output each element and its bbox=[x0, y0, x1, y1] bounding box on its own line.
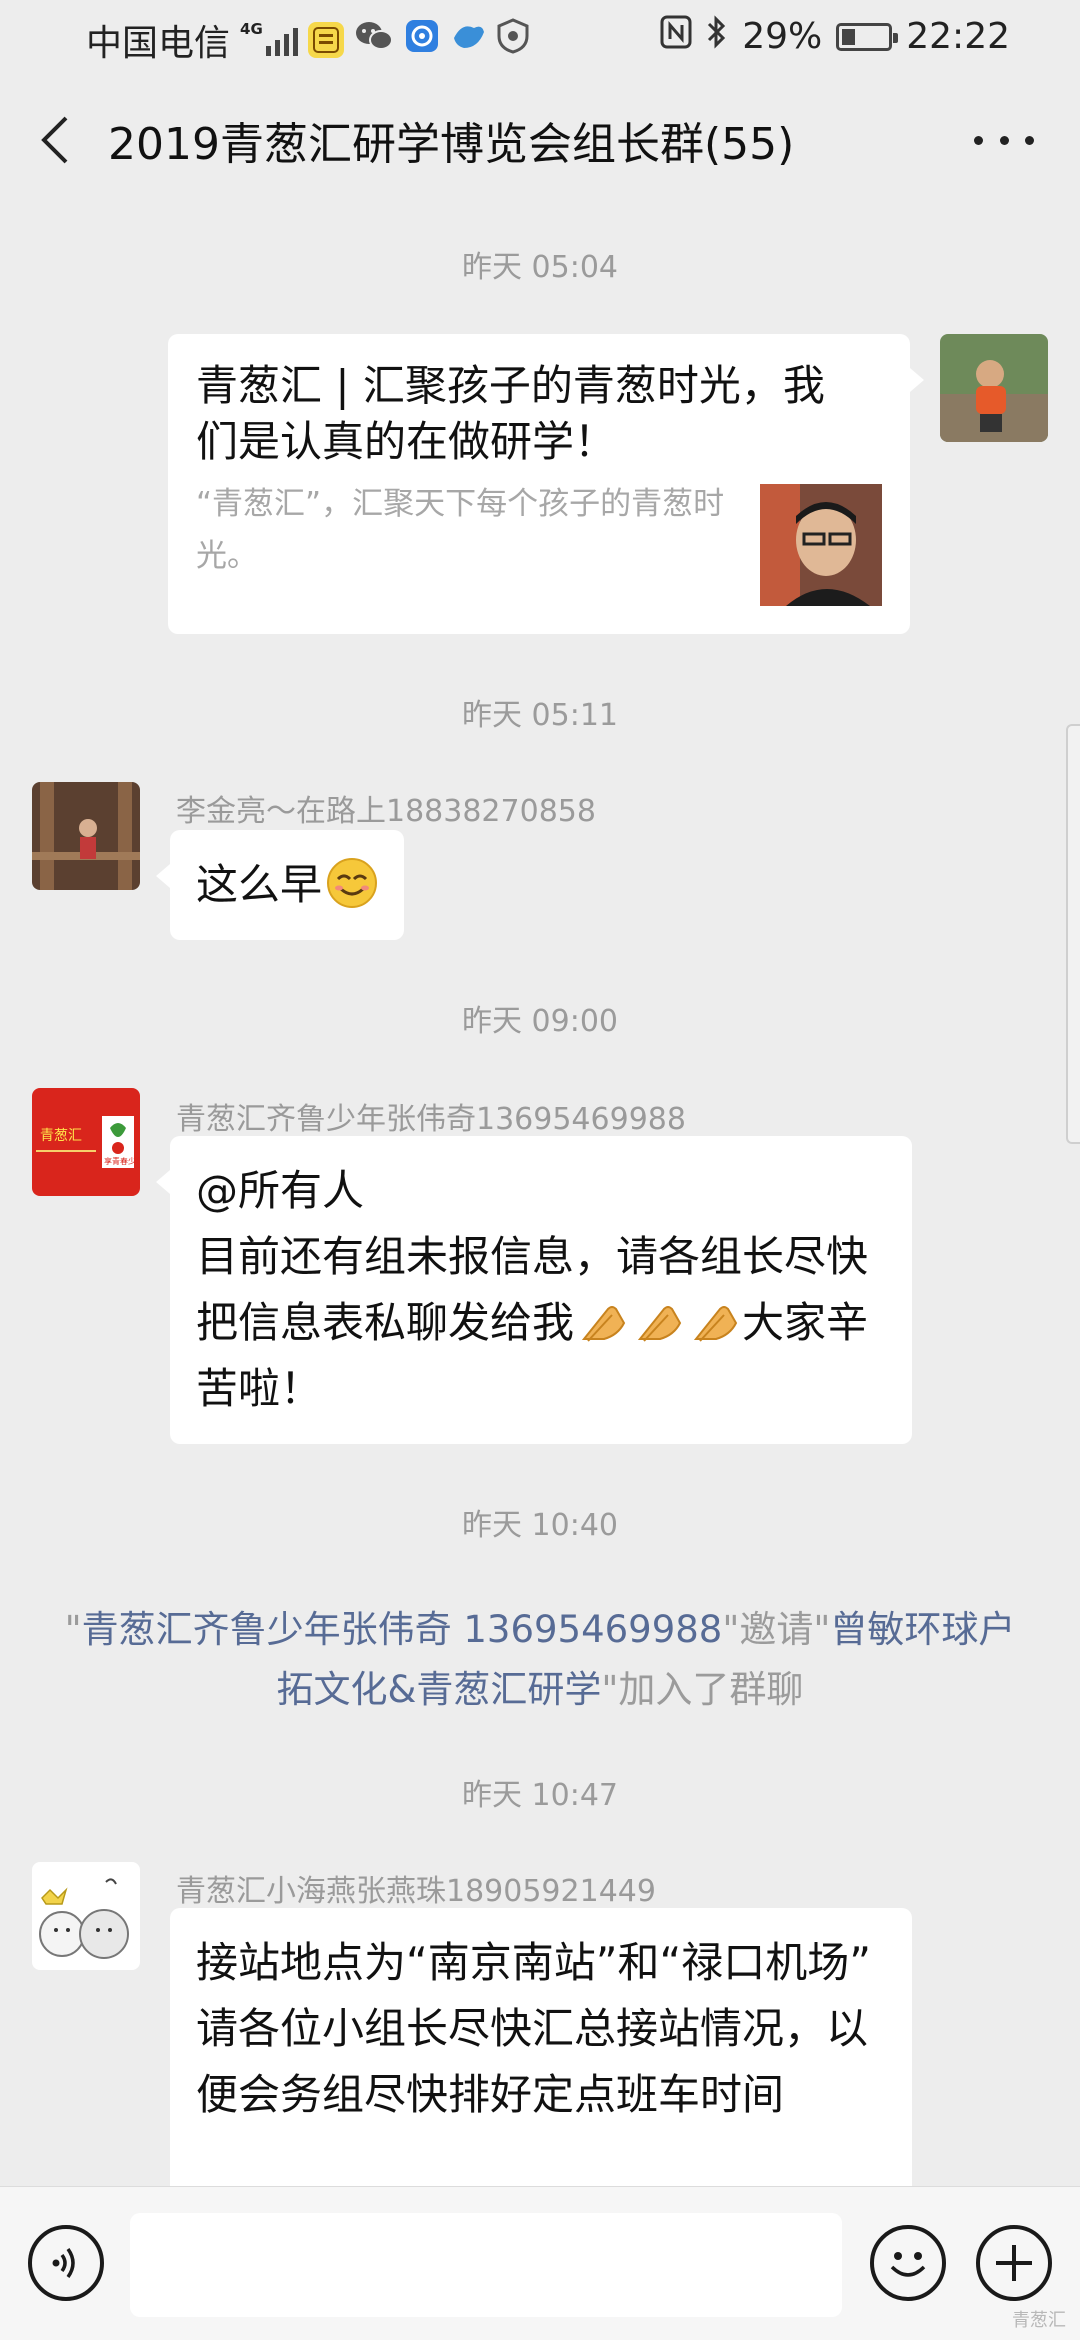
message-text: 请各位小组长尽快汇总接站情况，以便会务组尽快排好定点班车时间 bbox=[196, 2004, 869, 2119]
more-button[interactable] bbox=[974, 116, 1034, 164]
sender-name: 青葱汇小海燕张燕珠18905921449 bbox=[176, 1874, 656, 1909]
clap-emoji-icon bbox=[637, 1306, 682, 1342]
sender-avatar[interactable] bbox=[32, 782, 140, 890]
smile-emoji-icon bbox=[327, 858, 378, 908]
chat-title: 2019青葱汇研学博览会组长群(55) bbox=[108, 119, 795, 170]
nfc-icon bbox=[660, 15, 692, 58]
timestamp: 昨天 09:00 bbox=[462, 1004, 618, 1039]
sender-name: 李金亮～在路上18838270858 bbox=[176, 794, 596, 829]
timestamp: 昨天 05:04 bbox=[462, 250, 618, 285]
system-notice: "青葱汇齐鲁少年张伟奇 13695469988"邀请"曾敏环球户拓文化&青葱汇研… bbox=[64, 1608, 1016, 1711]
message-input[interactable] bbox=[130, 2213, 842, 2317]
scroll-indicator[interactable] bbox=[1066, 724, 1080, 1144]
watermark: 青葱汇 bbox=[1012, 2310, 1066, 2331]
card-thumbnail bbox=[760, 484, 882, 606]
my-avatar[interactable] bbox=[940, 334, 1048, 442]
sender-avatar[interactable]: 青葱汇 享青春少年 bbox=[32, 1088, 140, 1196]
carrier-label: 中国电信 bbox=[86, 23, 231, 64]
more-dot bbox=[974, 135, 983, 145]
emoji-button[interactable] bbox=[870, 2225, 946, 2301]
chevron-left-icon bbox=[41, 116, 68, 164]
sender-name: 青葱汇齐鲁少年张伟奇13695469988 bbox=[176, 1102, 686, 1137]
mention-text: @所有人 bbox=[196, 1166, 365, 1215]
message-bubble[interactable]: @所有人 目前还有组未报信息，请各组长尽快把信息表私聊发给我 大家辛苦啦！ bbox=[156, 1136, 912, 1444]
signal-icon: 4G bbox=[240, 20, 299, 56]
status-bar: 中国电信 4G 29% 22:22 bbox=[0, 0, 1080, 76]
bird-app-icon bbox=[450, 18, 486, 63]
browser-icon bbox=[404, 18, 440, 63]
novel-app-icon bbox=[308, 22, 345, 58]
inviter-link[interactable]: 青葱汇齐鲁少年张伟奇 13695469988 bbox=[82, 1608, 723, 1651]
clap-emoji-icon bbox=[693, 1306, 738, 1342]
bluetooth-icon bbox=[706, 14, 728, 59]
voice-button[interactable] bbox=[28, 2225, 104, 2301]
back-button[interactable] bbox=[26, 106, 86, 174]
clock: 22:22 bbox=[906, 16, 1010, 57]
message-text: 这么早 bbox=[196, 860, 323, 909]
timestamp: 昨天 05:11 bbox=[462, 698, 618, 733]
network-type: 4G bbox=[240, 20, 263, 38]
clap-emoji-icon bbox=[581, 1306, 626, 1342]
timestamp: 昨天 10:47 bbox=[462, 1778, 618, 1813]
card-description: “青葱汇”，汇聚天下每个孩子的青葱时光。 bbox=[196, 486, 725, 574]
sender-avatar[interactable] bbox=[32, 1862, 140, 1970]
more-dot bbox=[1025, 135, 1034, 145]
smiley-icon bbox=[890, 2252, 926, 2277]
card-title: 青葱汇 | 汇聚孩子的青葱时光，我们是认真的在做研学！ bbox=[196, 361, 825, 466]
link-card[interactable]: 青葱汇 | 汇聚孩子的青葱时光，我们是认真的在做研学！ “青葱汇”，汇聚天下每个… bbox=[168, 334, 924, 634]
avatar-badge-line1: 青葱汇 bbox=[40, 1128, 82, 1144]
battery-icon bbox=[836, 22, 899, 51]
avatar-badge-line2: 享青春少年 bbox=[104, 1156, 140, 1166]
shield-icon bbox=[496, 17, 530, 63]
more-dot bbox=[999, 135, 1009, 145]
battery-percent: 29% bbox=[742, 16, 823, 57]
message-bubble[interactable]: 这么早 bbox=[155, 830, 405, 940]
more-actions-button[interactable] bbox=[976, 2225, 1052, 2301]
chat-header: 2019青葱汇研学博览会组长群(55) bbox=[0, 76, 1080, 204]
wechat-icon bbox=[354, 19, 394, 62]
input-bar: 青葱汇 bbox=[0, 2186, 1080, 2340]
message-bubble[interactable]: 接站地点为“南京南站”和“禄口机场” 请各位小组长尽快汇总接站情况，以便会务组尽… bbox=[170, 1908, 912, 2208]
voice-icon bbox=[52, 2247, 75, 2279]
timestamp: 昨天 10:40 bbox=[462, 1508, 618, 1543]
message-text: 接站地点为“南京南站”和“禄口机场” bbox=[196, 1938, 872, 1987]
